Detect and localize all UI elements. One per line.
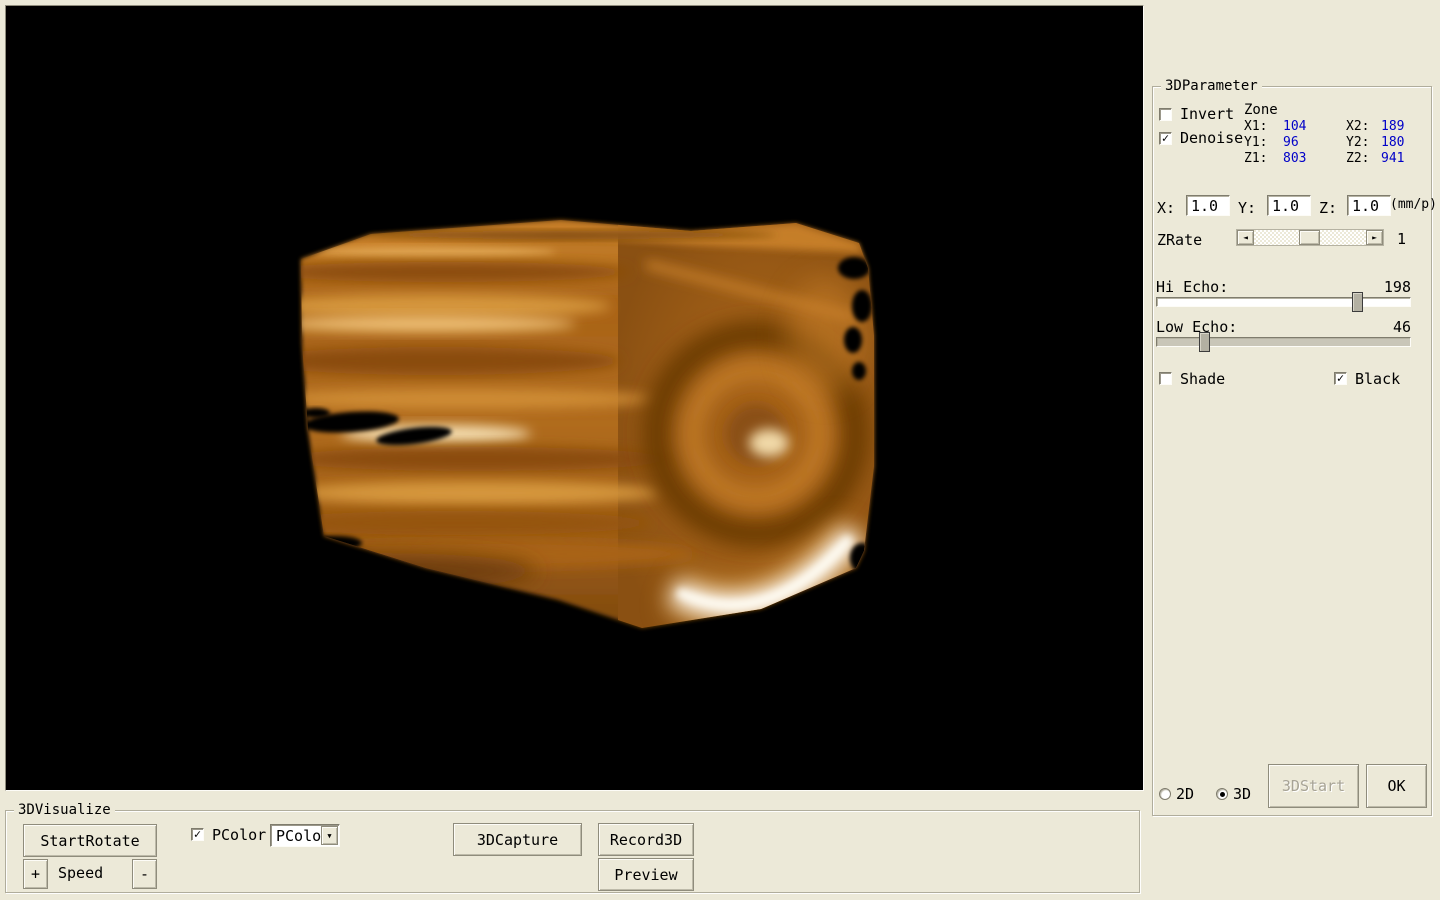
denoise-checkbox[interactable]: ✓: [1159, 132, 1172, 145]
black-label: Black: [1355, 371, 1400, 388]
check-icon: ✓: [194, 829, 201, 839]
x-scale-input[interactable]: [1186, 195, 1230, 216]
dropdown-button[interactable]: ▼: [321, 826, 338, 845]
ok-button[interactable]: OK: [1366, 764, 1427, 808]
render-viewport[interactable]: [5, 5, 1144, 791]
mode-2d-radio[interactable]: [1159, 788, 1171, 800]
shade-checkbox[interactable]: [1159, 372, 1172, 385]
zone-y1-value: 96: [1283, 135, 1299, 150]
zrate-scrollbar[interactable]: ◄ ►: [1236, 229, 1384, 246]
scroll-right-icon: ►: [1372, 233, 1377, 242]
chevron-down-icon: ▼: [327, 832, 331, 840]
mode-3d-radio[interactable]: [1216, 788, 1228, 800]
scroll-left-icon: ◄: [1243, 233, 1248, 242]
zrate-scroll-thumb[interactable]: [1299, 230, 1320, 245]
zrate-scroll-left-button[interactable]: ◄: [1237, 230, 1254, 245]
zone-z2-value: 941: [1381, 151, 1404, 166]
speed-plus-button[interactable]: +: [23, 859, 48, 889]
zrate-label: ZRate: [1157, 232, 1202, 249]
zone-x1-value: 104: [1283, 119, 1306, 134]
speed-label: Speed: [58, 865, 103, 882]
zone-title: Zone: [1244, 102, 1278, 119]
z-scale-input[interactable]: [1347, 195, 1391, 216]
z-scale-label: Z:: [1319, 200, 1337, 217]
zone-z1-value: 803: [1283, 151, 1306, 166]
speed-minus-button[interactable]: -: [132, 859, 157, 889]
ultrasound-volume-render: [6, 6, 1143, 790]
black-checkbox[interactable]: ✓: [1334, 372, 1347, 385]
hi-echo-slider-thumb[interactable]: [1352, 292, 1363, 312]
start-rotate-button[interactable]: StartRotate: [23, 824, 157, 857]
capture-3d-button[interactable]: 3DCapture: [453, 823, 582, 856]
zone-z1-label: Z1:: [1244, 151, 1267, 166]
pcolor-checkbox-label: PColor: [212, 827, 266, 844]
hi-echo-slider-track[interactable]: [1156, 297, 1411, 307]
radio-dot-icon: [1220, 792, 1225, 797]
low-echo-slider-track[interactable]: [1156, 337, 1411, 347]
shade-label: Shade: [1180, 371, 1225, 388]
hi-echo-value: 198: [1378, 279, 1411, 296]
zone-z2-label: Z2:: [1346, 151, 1369, 166]
check-icon: ✓: [1162, 133, 1169, 143]
parameter-group-title: 3DParameter: [1161, 78, 1262, 94]
low-echo-value: 46: [1378, 319, 1411, 336]
record-3d-button[interactable]: Record3D: [598, 823, 694, 856]
zrate-value: 1: [1397, 231, 1406, 248]
zone-x2-label: X2:: [1346, 119, 1369, 134]
hi-echo-label: Hi Echo:: [1156, 279, 1228, 296]
mode-2d-label: 2D: [1176, 786, 1194, 803]
zone-x1-label: X1:: [1244, 119, 1267, 134]
y-scale-label: Y:: [1238, 200, 1256, 217]
pcolor-checkbox[interactable]: ✓: [191, 828, 204, 841]
zrate-scroll-right-button[interactable]: ►: [1366, 230, 1383, 245]
start3d-button[interactable]: 3DStart: [1268, 764, 1359, 808]
x-scale-label: X:: [1157, 200, 1175, 217]
zone-y1-label: Y1:: [1244, 135, 1267, 150]
parameter-groupbox: 3DParameter Invert ✓ Denoise Zone X1: 10…: [1152, 86, 1432, 816]
scale-unit-label: (mm/p): [1390, 197, 1437, 212]
invert-label: Invert: [1180, 106, 1234, 123]
invert-checkbox[interactable]: [1159, 108, 1172, 121]
zone-x2-value: 189: [1381, 119, 1404, 134]
visualize-group-title: 3DVisualize: [14, 802, 115, 818]
check-icon: ✓: [1337, 373, 1344, 383]
mode-3d-label: 3D: [1233, 786, 1251, 803]
low-echo-label: Low Echo:: [1156, 319, 1237, 336]
zone-y2-value: 180: [1381, 135, 1404, 150]
zone-y2-label: Y2:: [1346, 135, 1369, 150]
denoise-label: Denoise: [1180, 130, 1243, 147]
preview-button[interactable]: Preview: [598, 858, 694, 891]
y-scale-input[interactable]: [1267, 195, 1311, 216]
pcolor-dropdown[interactable]: PColor ▼: [270, 824, 340, 847]
visualize-groupbox: 3DVisualize StartRotate + Speed - ✓ PCol…: [5, 810, 1140, 893]
low-echo-slider-thumb[interactable]: [1199, 332, 1210, 352]
